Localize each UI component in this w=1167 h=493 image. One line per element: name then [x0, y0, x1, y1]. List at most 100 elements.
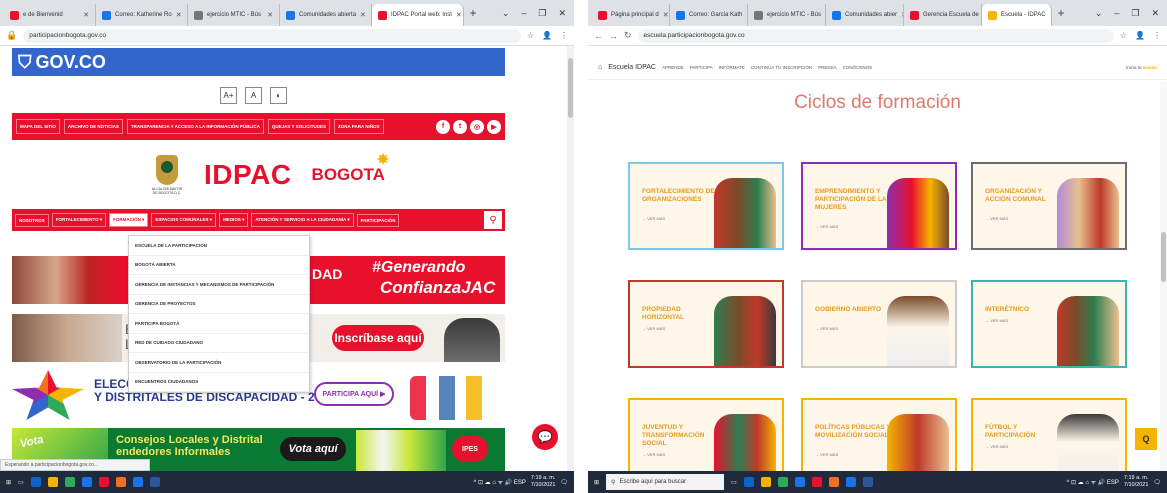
browser-tab[interactable]: ejercicio MTIC - Bús✕: [188, 4, 280, 26]
url-field[interactable]: participacionbogota.gov.co: [23, 28, 521, 43]
close-tab-icon[interactable]: ✕: [360, 11, 366, 19]
new-tab-button[interactable]: +: [464, 6, 482, 20]
minimize-icon[interactable]: –: [1114, 8, 1119, 19]
login-link[interactable]: Inicia tu sesión: [1126, 65, 1157, 70]
nav-item-participacion[interactable]: PARTICIPACIÓN: [356, 213, 400, 227]
course-card[interactable]: INTERÉTNICO → VER MÁS: [971, 280, 1127, 368]
tab-search-icon[interactable]: ⌄: [1095, 8, 1103, 19]
nav-item-fortalecimiento[interactable]: FORTALECIMIENTO ▾: [51, 213, 107, 227]
dropdown-item[interactable]: RED DE CUIDADO CIUDADANO: [129, 334, 309, 353]
dropdown-item[interactable]: BOGOTÁ ABIERTA: [129, 256, 309, 275]
increase-text-button[interactable]: A+: [220, 87, 237, 104]
close-tab-icon[interactable]: ✕: [83, 11, 89, 19]
close-window-icon[interactable]: ✕: [558, 8, 566, 19]
nav-item-informate[interactable]: INFÓRMATE: [719, 65, 745, 70]
back-icon[interactable]: ←: [594, 31, 603, 41]
twitter-icon[interactable]: t: [453, 119, 467, 134]
browser-tab[interactable]: ejercicio MTIC - Bús✕: [748, 4, 826, 26]
vota-aqui-button[interactable]: Vota aquí: [280, 437, 346, 461]
course-card-link[interactable]: → VER MÁS: [985, 318, 1008, 323]
course-card-link[interactable]: → VER MÁS: [815, 224, 838, 229]
nav-item-atencion[interactable]: ATENCIÓN Y SERVICIO A LA CIUDADANÍA ▾: [251, 213, 354, 227]
taskbar-app-icon[interactable]: [794, 477, 805, 487]
nav-item-aprende[interactable]: APRENDE: [662, 65, 684, 70]
menu-dots-icon[interactable]: ⋮: [1153, 31, 1161, 40]
close-window-icon[interactable]: ✕: [1151, 8, 1159, 19]
contrast-button[interactable]: ◐: [270, 87, 287, 104]
course-card[interactable]: GOBIERNO ABIERTO → VER MÁS: [801, 280, 957, 368]
scrollbar[interactable]: [1160, 82, 1167, 472]
browser-tab-active[interactable]: Escuela - IDPAC✕: [982, 4, 1052, 26]
top-nav-item[interactable]: MAPA DEL SITIO: [16, 119, 60, 134]
course-card-link[interactable]: → VER MÁS: [815, 452, 838, 457]
nav-item-conocenos[interactable]: CONÓCENOS: [843, 65, 873, 70]
top-nav-item[interactable]: TRANSPARENCIA Y ACCESO A LA INFORMACIÓN …: [126, 119, 264, 134]
bookmark-star-icon[interactable]: ☆: [527, 31, 534, 40]
top-nav-item[interactable]: QUEJAS Y SOLICITUDES: [267, 119, 330, 134]
close-tab-icon[interactable]: ✕: [663, 11, 669, 19]
profile-icon[interactable]: 👤: [1135, 31, 1145, 40]
new-tab-button[interactable]: +: [1052, 6, 1070, 20]
minimize-icon[interactable]: –: [521, 8, 526, 19]
browser-tab-active[interactable]: IDPAC Portal web: Inst ✕: [372, 4, 464, 26]
taskbar-app-icon[interactable]: [777, 477, 788, 487]
floating-action-button[interactable]: Q: [1135, 428, 1157, 450]
site-logo[interactable]: ALCALDÍA MAYOR DE BOGOTÁ D.C. IDPAC BOGO…: [150, 145, 389, 205]
course-card-link[interactable]: → VER MÁS: [642, 216, 665, 221]
course-card-link[interactable]: → VER MÁS: [642, 326, 665, 331]
clock[interactable]: 7:19 a. m. 7/10/2021: [531, 475, 555, 489]
inscribase-button[interactable]: Inscríbase aquí: [332, 325, 424, 351]
tab-search-icon[interactable]: ⌄: [502, 8, 510, 19]
close-tab-icon[interactable]: ✕: [176, 11, 182, 19]
taskbar-app-icon[interactable]: [98, 477, 109, 487]
nav-item-formacion[interactable]: FORMACIÓN ▾: [109, 213, 149, 227]
taskbar-app-icon[interactable]: [811, 477, 822, 487]
browser-tab[interactable]: e de Bienvenid ✕: [4, 4, 96, 26]
taskbar-app-icon[interactable]: [81, 477, 92, 487]
browser-tab[interactable]: Correo: Garcia Kath✕: [670, 4, 748, 26]
profile-icon[interactable]: 👤: [542, 31, 552, 40]
taskbar-search[interactable]: ⚲ Escribe aquí para buscar: [606, 474, 725, 490]
course-card[interactable]: PROPIEDAD HORIZONTAL → VER MÁS: [628, 280, 784, 368]
close-tab-icon[interactable]: ✕: [456, 11, 462, 19]
course-card-link[interactable]: → VER MÁS: [815, 326, 838, 331]
maximize-icon[interactable]: ❐: [538, 8, 546, 19]
instagram-icon[interactable]: ◎: [470, 119, 484, 134]
windows-start-icon[interactable]: ⊞: [6, 479, 11, 486]
taskbar-app-icon[interactable]: [149, 477, 160, 487]
clock[interactable]: 7:19 a. m. 7/10/2021: [1124, 475, 1148, 489]
browser-tab[interactable]: Comunidades abierta ✕: [280, 4, 372, 26]
browser-tab[interactable]: Gerencia Escuela de✕: [904, 4, 982, 26]
taskbar-app-icon[interactable]: [115, 477, 126, 487]
taskbar-app-icon[interactable]: [132, 477, 143, 487]
nav-item-medios[interactable]: MEDIOS ▾: [219, 213, 249, 227]
chat-icon[interactable]: 💬: [532, 424, 558, 450]
close-tab-icon[interactable]: ✕: [267, 11, 273, 19]
top-nav-item[interactable]: ARCHIVO DE NOTICIAS: [63, 119, 123, 134]
course-card[interactable]: ORGANIZACIÓN Y ACCIÓN COMUNAL → VER MÁS: [971, 162, 1127, 250]
nav-item-espacios[interactable]: ESPACIOS COMUNALES ▾: [151, 213, 217, 227]
nav-item-inscripcion[interactable]: CONTINÚA TU INSCRIPCIÓN: [751, 65, 812, 70]
youtube-icon[interactable]: ▶: [487, 119, 501, 134]
dropdown-item[interactable]: ESCUELA DE LA PARTICIPACIÓN: [129, 236, 309, 256]
maximize-icon[interactable]: ❐: [1131, 8, 1139, 19]
taskbar-app-icon[interactable]: [760, 477, 771, 487]
facebook-icon[interactable]: f: [436, 119, 450, 134]
course-card-link[interactable]: → VER MÁS: [985, 216, 1008, 221]
task-view-icon[interactable]: ▭: [731, 479, 737, 486]
scrollbar[interactable]: [567, 46, 574, 471]
url-field[interactable]: escuela.participacionbogota.gov.co: [637, 28, 1114, 43]
nav-item-participa[interactable]: PARTICIPA: [690, 65, 713, 70]
reload-icon[interactable]: ↻: [624, 30, 632, 41]
bookmark-star-icon[interactable]: ☆: [1120, 31, 1127, 40]
home-icon[interactable]: ⌂: [598, 64, 602, 71]
taskbar-app-icon[interactable]: [30, 477, 41, 487]
gov-co-bar[interactable]: ⛉ GOV.CO: [12, 48, 505, 76]
taskbar-app-icon[interactable]: [47, 477, 58, 487]
dropdown-item[interactable]: GERENCIA DE PROYECTOS: [129, 295, 309, 314]
taskbar-app-icon[interactable]: [64, 477, 75, 487]
course-card-link[interactable]: → VER MÁS: [985, 444, 1008, 449]
browser-tab[interactable]: Correo: Katherine Ro ✕: [96, 4, 188, 26]
dropdown-item[interactable]: OBSERVATORIO DE LA PARTICIPACIÓN: [129, 353, 309, 373]
course-card[interactable]: FORTALECIMIENTO DE ORGANIZACIONES → VER M…: [628, 162, 784, 250]
